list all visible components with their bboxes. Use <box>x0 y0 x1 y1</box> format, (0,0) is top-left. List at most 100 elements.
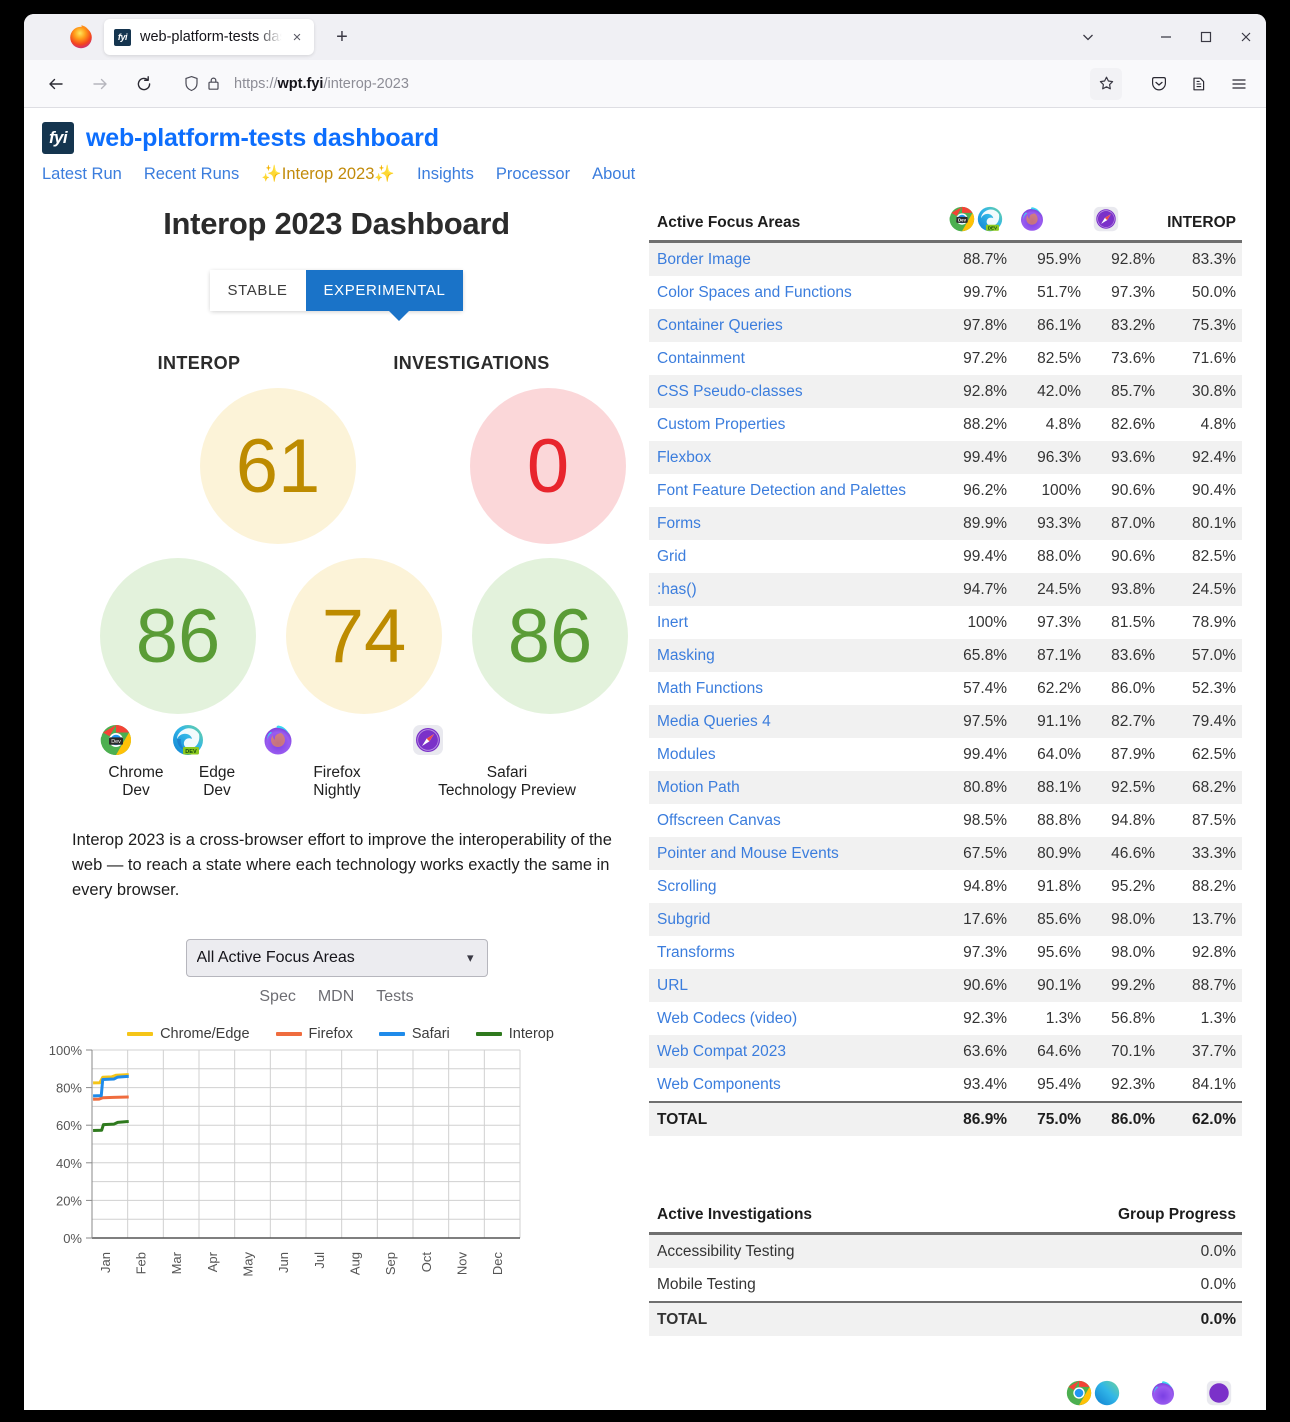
score-cell: 90.6% <box>963 976 1008 994</box>
page-title: Interop 2023 Dashboard <box>163 206 510 241</box>
focus-area-link[interactable]: URL <box>649 969 939 1002</box>
window-close-button[interactable] <box>1226 17 1266 57</box>
table-row: Web Compat 2023 63.6% 64.6% 70.1% 37.7% <box>649 1035 1242 1068</box>
svg-text:80%: 80% <box>56 1080 82 1095</box>
focus-area-link[interactable]: Color Spaces and Functions <box>649 276 939 309</box>
focus-area-link[interactable]: :has() <box>649 573 939 606</box>
focus-area-link[interactable]: Math Functions <box>649 672 939 705</box>
firefox-logo-icon <box>70 25 92 49</box>
score-cell: 33.3% <box>1192 844 1236 862</box>
focus-area-link[interactable]: Pointer and Mouse Events <box>649 837 939 870</box>
score-cell: 97.2% <box>963 349 1008 367</box>
focus-area-link[interactable]: Masking <box>649 639 939 672</box>
svg-text:May: May <box>241 1251 256 1276</box>
brand[interactable]: fyi web-platform-tests dashboard <box>42 122 1248 154</box>
score-cell: 56.8% <box>1111 1009 1156 1027</box>
focus-area-link[interactable]: Web Codecs (video) <box>649 1002 939 1035</box>
dashboard-columns: Interop 2023 Dashboard STABLE EXPERIMENT… <box>24 202 1266 1406</box>
nav-processor[interactable]: Processor <box>496 165 570 184</box>
focus-area-link[interactable]: Transforms <box>649 936 939 969</box>
close-icon[interactable]: × <box>286 26 308 48</box>
edge-dev-icon <box>1094 1380 1120 1406</box>
window-minimize-button[interactable] <box>1146 17 1186 57</box>
col-focus-areas: Active Focus Areas <box>649 202 940 243</box>
bookmark-star-icon[interactable] <box>1090 67 1122 100</box>
score-cell: 82.6% <box>1111 415 1156 433</box>
score-cell: 1.3% <box>1045 1009 1082 1027</box>
col-group-progress: Group Progress <box>984 1202 1242 1235</box>
score-cell: 71.6% <box>1192 349 1236 367</box>
focus-area-link[interactable]: Containment <box>649 342 939 375</box>
table-row: Math Functions 57.4% 62.2% 86.0% 52.3% <box>649 672 1242 705</box>
focus-area-link[interactable]: Media Queries 4 <box>649 705 939 738</box>
investigation-name: Accessibility Testing <box>657 1242 795 1260</box>
focus-area-link[interactable]: Grid <box>649 540 939 573</box>
score-cell: 96.2% <box>963 481 1008 499</box>
link-tests[interactable]: Tests <box>376 988 413 1006</box>
shield-icon[interactable] <box>180 73 202 95</box>
url-text[interactable]: https://wpt.fyi/interop-2023 <box>234 76 1090 92</box>
col-investigations: Active Investigations <box>649 1202 985 1235</box>
nav-latest-run[interactable]: Latest Run <box>42 165 122 184</box>
score-cell: 95.2% <box>1111 877 1156 895</box>
experimental-button[interactable]: EXPERIMENTAL <box>305 270 464 311</box>
link-mdn[interactable]: MDN <box>318 988 354 1006</box>
score-cell: 97.3% <box>1037 613 1082 631</box>
focus-area-link[interactable]: Container Queries <box>649 309 939 342</box>
score-cell: 91.1% <box>1037 712 1082 730</box>
save-to-pocket-icon[interactable] <box>1142 67 1176 101</box>
stable-button[interactable]: STABLE <box>209 270 306 311</box>
edge-dev-icon: DEV <box>977 206 1003 232</box>
lock-icon[interactable] <box>202 73 224 95</box>
table-row: Color Spaces and Functions 99.7% 51.7% 97.3… <box>649 276 1242 309</box>
legend-interop: Interop <box>475 1026 554 1042</box>
score-cell: 86.0% <box>1087 1101 1162 1136</box>
new-tab-button[interactable]: + <box>326 21 358 53</box>
score-cell: 52.3% <box>1192 679 1236 697</box>
link-spec[interactable]: Spec <box>259 988 295 1006</box>
score-cell: 88.0% <box>1037 547 1082 565</box>
back-button[interactable] <box>39 67 73 101</box>
focus-area-link[interactable]: Custom Properties <box>649 408 939 441</box>
application-menu-icon[interactable] <box>1222 67 1256 101</box>
extensions-icon[interactable] <box>1182 67 1216 101</box>
score-cell: 82.5% <box>1192 547 1236 565</box>
focus-area-link[interactable]: Font Feature Detection and Palettes <box>649 474 939 507</box>
reload-button[interactable] <box>127 67 161 101</box>
nav-insights[interactable]: Insights <box>417 165 474 184</box>
chrome-dev-icon: Dev <box>100 725 132 756</box>
focus-area-link[interactable]: Offscreen Canvas <box>649 804 939 837</box>
focus-area-link[interactable]: Border Image <box>649 242 939 277</box>
table-row: Mobile Testing 0.0% <box>649 1268 1242 1302</box>
safari-tp-icon <box>413 725 443 755</box>
site-header: fyi web-platform-tests dashboard Latest … <box>24 108 1266 184</box>
chevron-down-icon[interactable] <box>1068 17 1108 57</box>
nav-interop-2023[interactable]: ✨Interop 2023✨ <box>261 165 395 184</box>
score-cell: 64.0% <box>1037 745 1082 763</box>
focus-area-select[interactable]: All Active Focus Areas <box>185 938 488 977</box>
score-cell: 87.9% <box>1111 745 1156 763</box>
browser-tab[interactable]: fyi web-platform-tests dashb × <box>104 19 314 55</box>
forward-button[interactable] <box>83 67 117 101</box>
focus-area-link[interactable]: Scrolling <box>649 870 939 903</box>
focus-area-link[interactable]: Web Components <box>649 1068 939 1102</box>
score-cell: 4.8% <box>1200 415 1236 433</box>
focus-area-link[interactable]: Inert <box>649 606 939 639</box>
focus-area-link[interactable]: Motion Path <box>649 771 939 804</box>
window-maximize-button[interactable] <box>1186 17 1226 57</box>
score-cell: 81.5% <box>1111 613 1156 631</box>
focus-area-link[interactable]: CSS Pseudo-classes <box>649 375 939 408</box>
address-bar[interactable]: https://wpt.fyi/interop-2023 <box>172 67 1130 101</box>
nav-recent-runs[interactable]: Recent Runs <box>144 165 239 184</box>
focus-area-link[interactable]: Forms <box>649 507 939 540</box>
nav-about[interactable]: About <box>592 165 635 184</box>
focus-area-link[interactable]: Web Compat 2023 <box>649 1035 939 1068</box>
svg-text:Sep: Sep <box>383 1252 398 1275</box>
table-row: Font Feature Detection and Palettes 96.2%… <box>649 474 1242 507</box>
navigation-toolbar: https://wpt.fyi/interop-2023 <box>24 60 1266 108</box>
focus-area-link[interactable]: Subgrid <box>649 903 939 936</box>
focus-area-link[interactable]: Modules <box>649 738 939 771</box>
focus-area-link[interactable]: Flexbox <box>649 441 939 474</box>
score-cell: 67.5% <box>963 844 1008 862</box>
score-cell: 89.9% <box>963 514 1008 532</box>
